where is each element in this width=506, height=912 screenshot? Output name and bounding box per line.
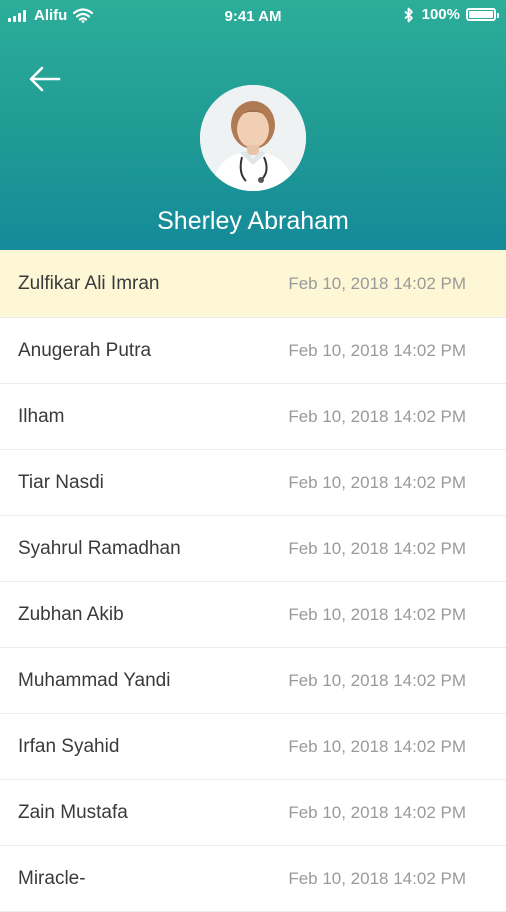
list-item-name: Zain Mustafa xyxy=(18,801,128,823)
list-item[interactable]: Zulfikar Ali Imran Feb 10, 2018 14:02 PM xyxy=(0,250,506,318)
list-item[interactable]: Zubhan Akib Feb 10, 2018 14:02 PM xyxy=(0,582,506,648)
list-item[interactable]: Miracle- Feb 10, 2018 14:02 PM xyxy=(0,846,506,912)
avatar xyxy=(200,85,306,191)
list-item[interactable]: Ilham Feb 10, 2018 14:02 PM xyxy=(0,384,506,450)
list-item-name: Syahrul Ramadhan xyxy=(18,537,181,559)
list-item-date: Feb 10, 2018 14:02 PM xyxy=(288,670,466,690)
list-item[interactable]: Syahrul Ramadhan Feb 10, 2018 14:02 PM xyxy=(0,516,506,582)
battery-icon xyxy=(466,8,499,21)
list-item-name: Irfan Syahid xyxy=(18,735,120,757)
list-item-date: Feb 10, 2018 14:02 PM xyxy=(288,604,466,624)
list-item-date: Feb 10, 2018 14:02 PM xyxy=(288,472,466,492)
list-item-name: Ilham xyxy=(18,405,65,427)
list-item-date: Feb 10, 2018 14:02 PM xyxy=(288,736,466,756)
list-item-date: Feb 10, 2018 14:02 PM xyxy=(288,273,466,293)
list-item[interactable]: Tiar Nasdi Feb 10, 2018 14:02 PM xyxy=(0,450,506,516)
list-item-date: Feb 10, 2018 14:02 PM xyxy=(288,802,466,822)
doctor-portrait-icon xyxy=(200,85,306,191)
profile-header: Alifu 9:41 AM 100% Sherley Abraham xyxy=(0,0,506,250)
list-item[interactable]: Irfan Syahid Feb 10, 2018 14:02 PM xyxy=(0,714,506,780)
list-item-name: Zubhan Akib xyxy=(18,603,124,625)
list-item-date: Feb 10, 2018 14:02 PM xyxy=(288,340,466,360)
list-item-date: Feb 10, 2018 14:02 PM xyxy=(288,538,466,558)
list-item-name: Muhammad Yandi xyxy=(18,669,171,691)
list-item[interactable]: Anugerah Putra Feb 10, 2018 14:02 PM xyxy=(0,318,506,384)
status-bar-right: 100% xyxy=(404,6,499,23)
list-item-name: Tiar Nasdi xyxy=(18,471,104,493)
list-item-name: Anugerah Putra xyxy=(18,339,152,361)
list-item-name: Zulfikar Ali Imran xyxy=(18,272,160,294)
list-item-name: Miracle- xyxy=(18,867,86,889)
battery-fill xyxy=(469,11,493,18)
contact-list: Zulfikar Ali Imran Feb 10, 2018 14:02 PM A… xyxy=(0,250,506,912)
list-item[interactable]: Zain Mustafa Feb 10, 2018 14:02 PM xyxy=(0,780,506,846)
bluetooth-icon xyxy=(404,7,413,22)
list-item-date: Feb 10, 2018 14:02 PM xyxy=(288,406,466,426)
back-arrow-icon[interactable] xyxy=(28,64,62,94)
status-bar: Alifu 9:41 AM 100% xyxy=(0,0,506,32)
list-item-date: Feb 10, 2018 14:02 PM xyxy=(288,868,466,888)
battery-percent: 100% xyxy=(421,6,460,23)
list-item[interactable]: Muhammad Yandi Feb 10, 2018 14:02 PM xyxy=(0,648,506,714)
profile-name: Sherley Abraham xyxy=(157,207,349,235)
